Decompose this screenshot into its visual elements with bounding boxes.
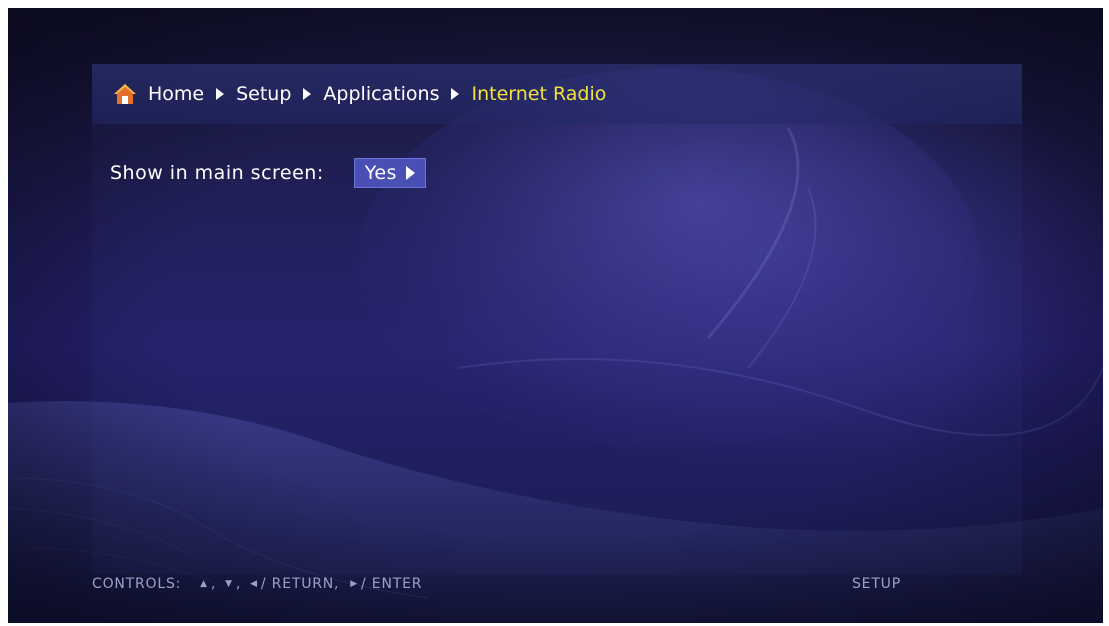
- enter-hint: / ENTER: [361, 576, 423, 592]
- left-arrow-icon: ◀: [250, 579, 258, 589]
- content-panel: [92, 64, 1022, 574]
- down-arrow-icon: ▼: [225, 579, 233, 589]
- breadcrumb: Home Setup Applications Internet Radio: [92, 64, 1022, 124]
- setting-value-selector[interactable]: Yes: [353, 158, 426, 188]
- chevron-right-icon: [451, 88, 460, 100]
- breadcrumb-applications[interactable]: Applications: [323, 83, 439, 105]
- arrow-right-icon: [405, 166, 415, 180]
- chevron-right-icon: [303, 88, 312, 100]
- controls-hint: CONTROLS: ▲ , ▼ , ◀ / RETURN, ▶ / ENTER: [92, 576, 422, 592]
- comma-separator: ,: [210, 576, 217, 592]
- setting-label: Show in main screen:: [110, 162, 324, 184]
- up-arrow-icon: ▲: [200, 579, 208, 589]
- controls-label: CONTROLS:: [92, 576, 182, 592]
- right-arrow-icon: ▶: [350, 579, 359, 589]
- comma-separator: ,: [235, 576, 242, 592]
- breadcrumb-home[interactable]: Home: [148, 83, 204, 105]
- setting-show-in-main-screen: Show in main screen: Yes: [110, 158, 426, 188]
- breadcrumb-internet-radio: Internet Radio: [471, 83, 607, 105]
- tv-screen: Home Setup Applications Internet Radio S…: [8, 8, 1103, 623]
- breadcrumb-setup[interactable]: Setup: [236, 83, 291, 105]
- section-label: SETUP: [852, 576, 901, 592]
- home-icon: [114, 84, 136, 104]
- setting-value: Yes: [364, 162, 397, 184]
- chevron-right-icon: [216, 88, 225, 100]
- return-hint: / RETURN,: [260, 576, 340, 592]
